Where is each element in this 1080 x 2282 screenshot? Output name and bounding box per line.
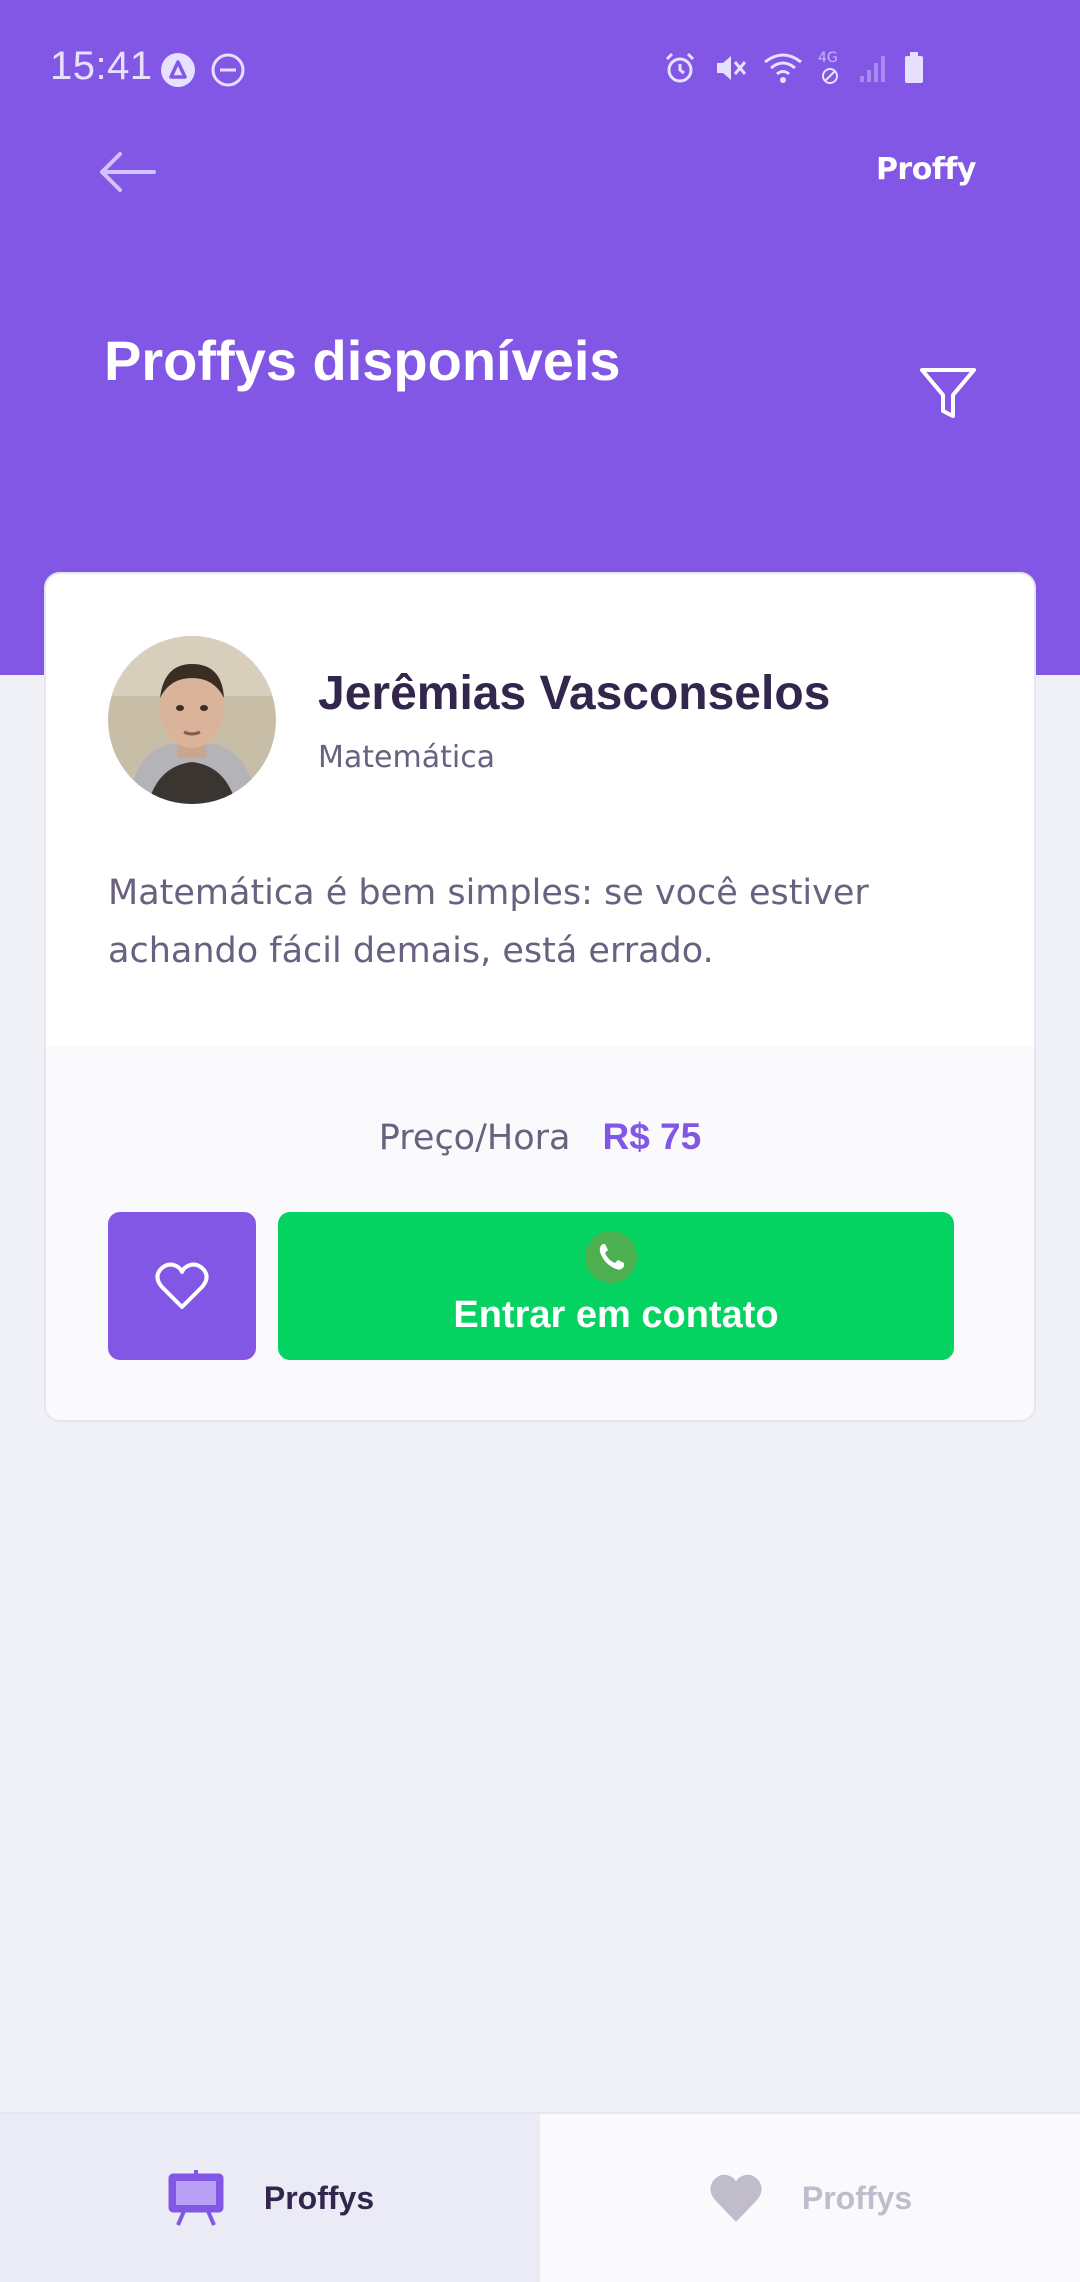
status-system-icons: 4G — [662, 50, 926, 86]
favorite-button[interactable] — [108, 1212, 256, 1360]
teacher-bio: Matemática é bem simples: se você estive… — [108, 873, 869, 971]
tab-proffys[interactable]: Proffys — [0, 2114, 540, 2282]
teacher-card: Jerêmias Vasconselos Matemática Matemáti… — [44, 572, 1036, 1422]
teacher-avatar — [108, 636, 276, 804]
signal-icon — [860, 56, 885, 82]
avatar-image — [108, 636, 276, 804]
tab-proffys-label: Proffys — [263, 2179, 375, 2216]
price-value: R$ 75 — [602, 1116, 702, 1157]
app-notification-icon — [161, 53, 195, 87]
price-row: Preço/Hora R$ 75 — [46, 1116, 1034, 1158]
teacher-subject: Matemática — [318, 740, 496, 775]
brand-logo: Proffy — [875, 152, 977, 187]
tab-favorites-label: Proffys — [801, 2179, 913, 2216]
mute-icon — [717, 56, 747, 80]
whatsapp-icon — [585, 1231, 637, 1283]
card-footer: Preço/Hora R$ 75 Entrar em contato — [46, 1046, 1034, 1420]
heart-icon — [710, 2174, 762, 2222]
data-off-icon — [822, 68, 838, 84]
do-not-disturb-icon — [211, 53, 245, 87]
contact-button-label: Entrar em contato — [453, 1294, 779, 1336]
status-bar: 15:41 4G — [0, 0, 1080, 140]
filter-icon — [920, 368, 976, 418]
mobile-data-indicator: 4G — [818, 50, 844, 86]
teacher-name: Jerêmias Vasconselos — [318, 667, 831, 720]
arrow-left-icon — [100, 152, 156, 192]
network-type-label: 4G — [818, 50, 838, 66]
easel-icon — [168, 2170, 224, 2226]
battery-icon — [905, 52, 923, 83]
status-notification-icons — [160, 52, 246, 88]
contact-button[interactable]: Entrar em contato — [278, 1212, 954, 1360]
heart-outline-icon — [155, 1262, 209, 1309]
wifi-icon — [764, 53, 802, 83]
tab-favorites[interactable]: Proffys — [540, 2114, 1080, 2282]
filter-button[interactable] — [916, 362, 980, 426]
status-time: 15:41 — [50, 44, 153, 88]
alarm-icon — [665, 52, 695, 83]
back-button[interactable] — [96, 146, 160, 198]
tab-bar: Proffys Proffys — [0, 2112, 1080, 2282]
page-title: Proffys disponíveis — [104, 329, 621, 392]
price-label: Preço/Hora — [378, 1118, 571, 1158]
